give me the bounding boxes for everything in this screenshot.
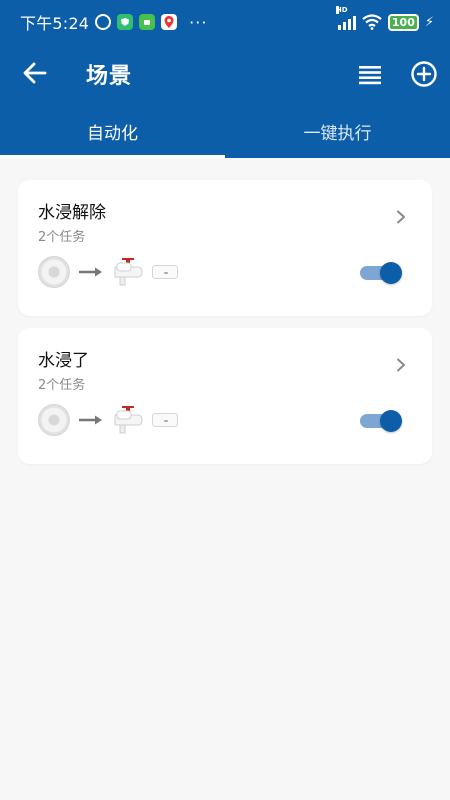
location-app-icon (161, 14, 178, 30)
tab-one-tap[interactable]: 一键执行 (225, 108, 450, 158)
charging-icon: ⚡ (424, 14, 434, 30)
valve-device-icon (114, 258, 143, 286)
scene-name: 水浸了 (38, 351, 89, 371)
arrow-right-icon (79, 415, 102, 425)
tab-one-tap-label: 一键执行 (303, 123, 372, 144)
tab-active-indicator (0, 155, 225, 158)
android-app-icon (139, 14, 156, 30)
alarm-icon (95, 14, 112, 30)
gateway-device-icon (152, 265, 178, 279)
scene-enable-toggle[interactable] (360, 262, 402, 284)
app-header: 下午5:24 ··· HD 100 ⚡ 场景 自动化 一键执行 (0, 0, 450, 158)
scene-name: 水浸解除 (38, 203, 106, 223)
add-scene-icon[interactable] (410, 60, 438, 88)
scene-card[interactable]: 水浸了 2个任务 (18, 328, 432, 464)
status-bar: 下午5:24 ··· HD 100 ⚡ (0, 0, 450, 44)
status-time: 下午5:24 (20, 14, 90, 33)
scene-task-count: 2个任务 (38, 378, 86, 393)
gateway-device-icon (152, 413, 178, 427)
scene-task-count: 2个任务 (38, 230, 86, 245)
status-right: HD 100 ⚡ (335, 6, 434, 31)
scene-card[interactable]: 水浸解除 2个任务 (18, 180, 432, 316)
chevron-right-icon[interactable] (394, 358, 408, 372)
water-sensor-icon (38, 404, 70, 436)
hd-label: HD (335, 6, 348, 14)
status-left: 下午5:24 ··· (20, 10, 207, 34)
scene-device-flow (38, 256, 178, 288)
water-sensor-icon (38, 256, 70, 288)
signal-icon: HD (335, 6, 356, 30)
shield-app-icon (117, 14, 134, 30)
toggle-knob (380, 262, 402, 284)
wifi-icon (362, 14, 382, 30)
back-arrow-icon[interactable] (22, 60, 48, 86)
tab-bar: 自动化 一键执行 (0, 108, 450, 158)
chevron-right-icon[interactable] (394, 210, 408, 224)
scene-device-flow (38, 404, 178, 436)
app-bar: 场景 (0, 44, 450, 104)
tab-automation[interactable]: 自动化 (0, 108, 225, 158)
more-notifications-icon: ··· (189, 12, 208, 32)
list-menu-icon[interactable] (357, 62, 383, 88)
scene-enable-toggle[interactable] (360, 410, 402, 432)
tab-automation-label: 自动化 (87, 123, 138, 144)
valve-device-icon (114, 406, 143, 434)
battery-indicator: 100 (387, 13, 419, 31)
arrow-right-icon (79, 267, 102, 277)
page-title: 场景 (86, 64, 133, 89)
toggle-knob (380, 410, 402, 432)
